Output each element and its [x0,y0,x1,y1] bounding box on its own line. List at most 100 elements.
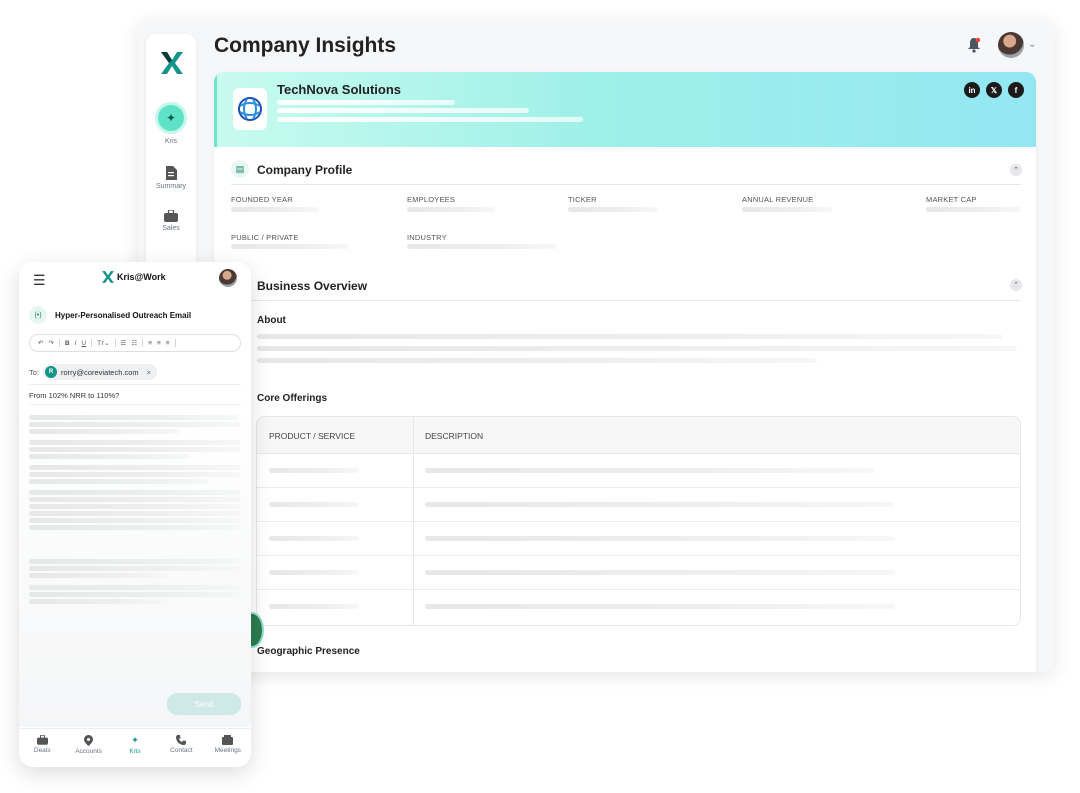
placeholder-line [257,346,1017,351]
company-insights-card: TechNova Solutions in 𝕏 f ▤ Company Prof… [214,72,1036,672]
divider [231,184,1021,185]
placeholder-line [277,108,529,113]
recipient-row: To: R rorry@coreviatech.com × [29,364,158,380]
bold-button[interactable]: B [65,340,70,347]
field-label: PUBLIC / PRIVATE [231,233,299,242]
page-title: Company Insights [214,34,397,57]
briefcase-icon [164,210,178,222]
company-name: TechNova Solutions [277,82,401,97]
document-icon [166,166,177,180]
underline-button[interactable]: U [81,340,86,347]
field-label: TICKER [568,195,597,204]
meetings-icon [222,735,234,745]
email-body[interactable] [19,407,251,727]
placeholder-line [257,358,817,363]
mobile-email-composer: ☰ Kris@Work (•) Hyper-Personalised Outre… [19,262,251,767]
italic-button[interactable]: I [75,340,77,347]
to-label: To: [29,367,40,377]
facebook-icon[interactable]: f [1008,82,1024,98]
text-size-dropdown[interactable]: Tт⌄ [97,339,109,347]
sidebar-item-kris[interactable]: ✦ Kris [146,102,196,145]
geographic-presence-heading: Geographic Presence [257,646,360,657]
linkedin-icon[interactable]: in [964,82,980,98]
placeholder-line [568,207,658,212]
kris-logo-icon [102,271,114,283]
placeholder-line [231,207,319,212]
sidebar-item-summary[interactable]: Summary [146,166,196,190]
about-heading: About [257,315,286,326]
recipient-email: rorry@coreviatech.com [61,367,139,377]
company-hero-banner: TechNova Solutions in 𝕏 f [214,72,1036,147]
nav-label: Kris [129,748,141,755]
formatting-toolbar: ↶ ↷ B I U Tт⌄ ☰ ☷ ≡ ≡ ≡ [29,334,241,352]
column-header: DESCRIPTION [425,431,484,441]
technova-logo-icon [238,97,262,121]
company-insights-window: ✦ Kris Summary Sales Company Insights ⌄ [138,20,1054,672]
nav-item-kris[interactable]: ✦ Kris [114,729,156,767]
divider [231,300,1021,301]
collapse-chevron-icon[interactable]: ⌃ [1010,164,1022,176]
collapse-chevron-icon[interactable]: ⌃ [1010,279,1022,291]
sparkles-icon: ✦ [155,102,187,134]
undo-icon[interactable]: ↶ [38,339,43,347]
user-avatar[interactable] [219,269,237,287]
kris-at-work-logo: Kris@Work [101,270,166,284]
placeholder-line [742,207,832,212]
bullet-list-icon[interactable]: ☰ [121,339,127,347]
chevron-down-icon[interactable]: ⌄ [1028,39,1036,50]
mobile-top-bar: ☰ Kris@Work [19,262,251,296]
social-links: in 𝕏 f [964,82,1024,98]
divider [29,384,241,385]
nav-item-accounts[interactable]: Accounts [68,729,110,767]
table-row [257,522,1020,556]
field-label: ANNUAL REVENUE [742,195,814,204]
align-center-icon[interactable]: ≡ [157,340,161,347]
divider [29,404,241,405]
company-profile-heading: Company Profile [257,163,353,177]
sidebar-item-label: Sales [162,225,180,232]
sidebar-item-label: Kris [164,138,178,145]
table-row [257,556,1020,590]
brand-name: Kris@Work [117,272,166,282]
email-sparkle-icon: (•) [29,306,47,324]
table-row [257,590,1020,624]
nav-item-contact[interactable]: Contact [160,729,202,767]
table-header: PRODUCT / SERVICE DESCRIPTION [257,417,1020,454]
placeholder-line [407,207,495,212]
table-row [257,488,1020,522]
align-right-icon[interactable]: ≡ [166,340,170,347]
user-avatar[interactable] [998,32,1024,58]
composer-title: Hyper-Personalised Outreach Email [55,310,192,320]
field-label: INDUSTRY [407,233,447,242]
align-left-icon[interactable]: ≡ [148,340,152,347]
nav-label: Deals [33,747,51,754]
nav-item-meetings[interactable]: Meetings [207,729,249,767]
nav-label: Accounts [75,748,102,755]
composer-header: (•) Hyper-Personalised Outreach Email [29,306,191,324]
sidebar-item-label: Summary [156,183,186,190]
phone-icon [176,735,187,745]
numbered-list-icon[interactable]: ☷ [131,339,137,347]
recipient-chip[interactable]: R rorry@coreviatech.com × [43,364,158,380]
send-button[interactable]: Send [167,693,241,715]
company-logo [233,88,267,130]
placeholder-line [277,100,455,105]
sidebar-item-sales[interactable]: Sales [146,210,196,232]
remove-recipient-icon[interactable]: × [147,368,151,377]
column-header: PRODUCT / SERVICE [269,431,356,441]
placeholder-line [926,207,1021,212]
nav-label: Contact [170,747,193,754]
field-label: MARKET CAP [926,195,977,204]
nav-item-deals[interactable]: Deals [21,729,63,767]
field-label: FOUNDED YEAR [231,195,293,204]
briefcase-icon [36,735,48,745]
redo-icon[interactable]: ↷ [48,339,53,347]
table-row [257,454,1020,488]
x-twitter-icon[interactable]: 𝕏 [986,82,1002,98]
hamburger-menu-icon[interactable]: ☰ [33,272,46,289]
field-label: EMPLOYEES [407,195,456,204]
location-pin-icon [84,735,94,746]
notification-bell-icon[interactable] [966,37,982,53]
kris-logo-icon [161,52,183,74]
email-subject[interactable]: From 102% NRR to 110%? [29,391,119,400]
